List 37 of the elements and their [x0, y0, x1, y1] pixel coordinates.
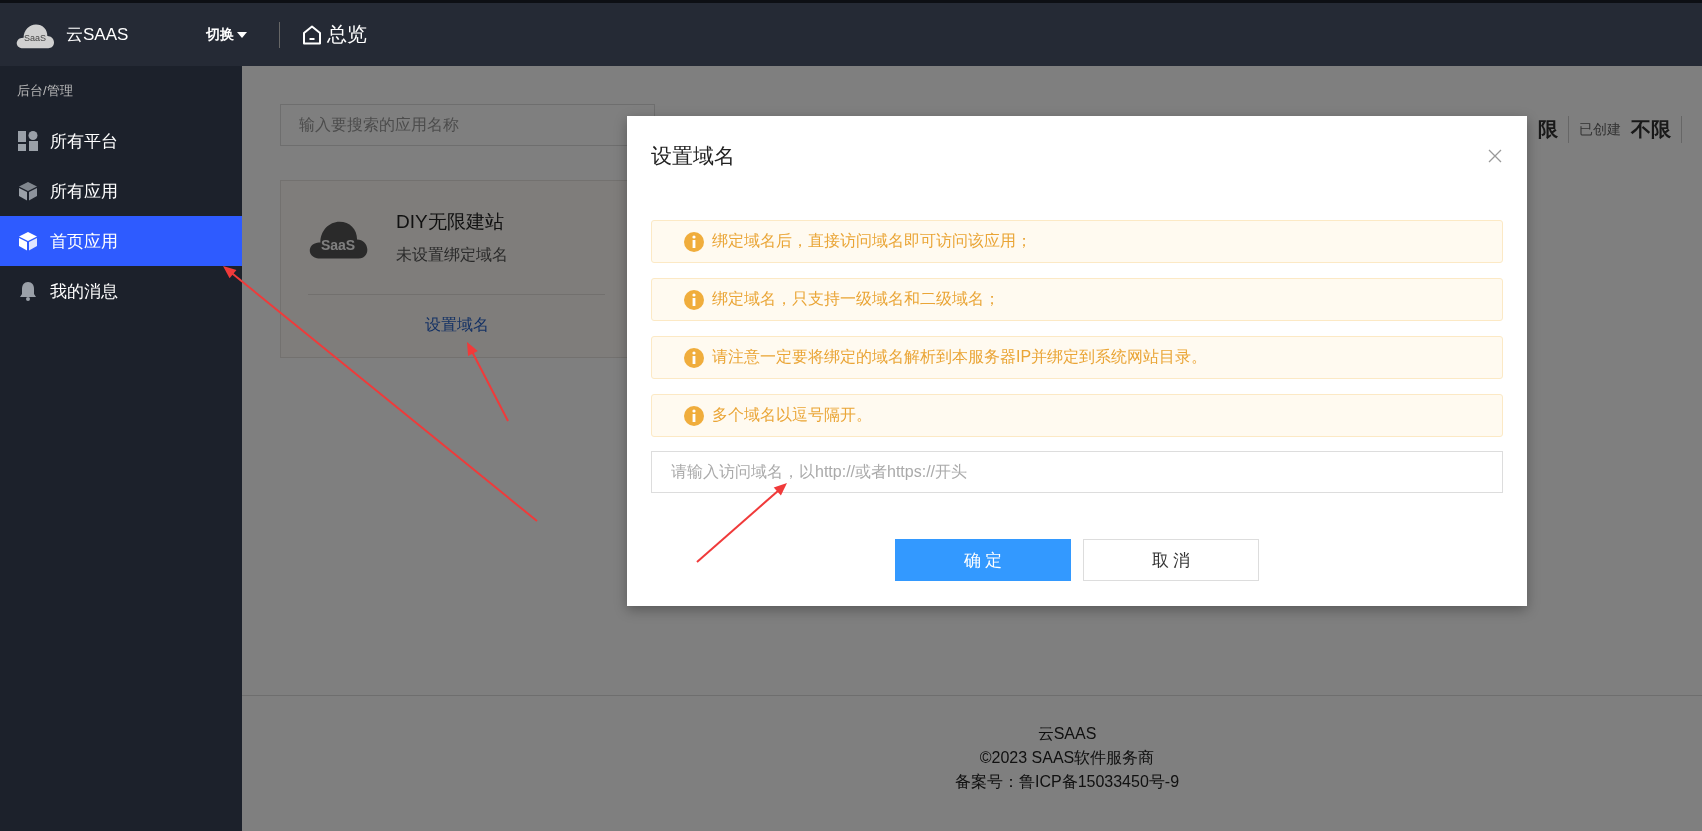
overview-link[interactable]: 总览: [302, 21, 367, 48]
domain-status: 未设置绑定域名: [396, 245, 508, 265]
sidebar-item[interactable]: 所有应用: [0, 166, 242, 216]
brand-name: 云SAAS: [66, 24, 130, 46]
stat-value: 限: [1538, 117, 1558, 142]
info-icon: [684, 405, 704, 426]
grid-icon: [18, 131, 38, 151]
notice-text: 绑定域名，只支持一级域名和二级域名；: [712, 289, 1000, 309]
cube-icon: [18, 181, 38, 201]
dialog-title: 设置域名: [651, 143, 735, 169]
footer-text: 云SAAS: [1037, 724, 1097, 744]
domain-input[interactable]: 请输入访问域名，以http://或者https://开头: [651, 451, 1503, 493]
info-icon: [684, 289, 704, 310]
cube-icon: [18, 231, 38, 251]
sidebar-item[interactable]: 所有平台: [0, 116, 242, 166]
stat-label: 已创建: [1579, 120, 1621, 139]
info-icon: [684, 231, 704, 252]
sidebar-item[interactable]: 首页应用: [0, 216, 242, 266]
notice-text: 多个域名以逗号隔开。: [712, 405, 872, 425]
logo-text: SaaS: [320, 237, 356, 252]
stat-value: 不限: [1631, 117, 1671, 142]
close-icon: [1487, 148, 1503, 164]
sidebar-item[interactable]: 我的消息: [0, 266, 242, 316]
notice-text: 请注意一定要将绑定的域名解析到本服务器IP并绑定到系统网站目录。: [712, 347, 1208, 367]
switch-menu[interactable]: 切换: [206, 25, 247, 44]
notice-text: 绑定域名后，直接访问域名即可访问该应用；: [712, 231, 1032, 251]
cancel-button[interactable]: 取 消: [1083, 539, 1259, 581]
logo-text: SaaS: [23, 32, 47, 43]
app-name: DIY无限建站: [396, 210, 505, 234]
breadcrumb: 后台/管理: [16, 82, 74, 100]
home-icon: [302, 24, 322, 45]
caret-icon: [237, 31, 247, 38]
footer-text: ©2023 SAAS软件服务商: [979, 748, 1155, 768]
footer-text: 备案号：鲁ICP备15033450号-9: [954, 772, 1180, 792]
bell-icon: [18, 281, 38, 301]
info-icon: [684, 347, 704, 368]
close-button[interactable]: [1487, 148, 1503, 164]
